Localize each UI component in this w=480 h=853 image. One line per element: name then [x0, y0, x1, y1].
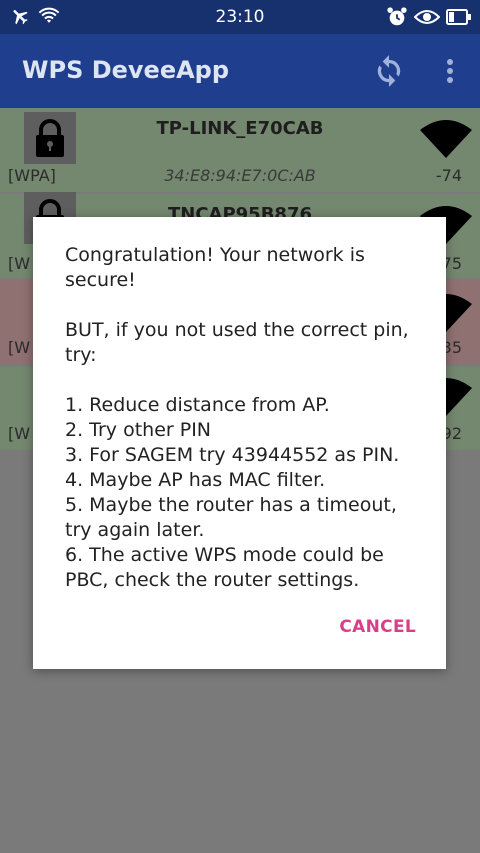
alarm-icon	[387, 7, 407, 26]
refresh-icon	[377, 55, 401, 87]
result-dialog: Congratulation! Your network is secure! …	[33, 217, 446, 669]
overflow-menu-icon	[447, 59, 453, 83]
network-row[interactable]: TP-LINK_E70CAB [WPA] 34:E8:94:E7:0C:AB -…	[0, 108, 480, 192]
network-security: [W	[8, 338, 31, 357]
screen: 23:10 WPS DeveeApp TP-LINK_E70CAB [WPA] …	[0, 0, 480, 853]
cancel-button[interactable]: CANCEL	[339, 617, 416, 637]
network-ssid: TP-LINK_E70CAB	[156, 118, 324, 139]
dialog-message: Congratulation! Your network is secure! …	[65, 244, 409, 591]
network-security: [W	[8, 424, 31, 443]
refresh-button[interactable]	[370, 52, 408, 90]
signal-strength	[418, 116, 474, 160]
battery-icon	[446, 9, 471, 25]
wifi-signal-icon	[420, 120, 472, 158]
overflow-menu-button[interactable]	[436, 52, 464, 90]
app-bar: WPS DeveeApp	[0, 34, 480, 108]
status-right-icons	[386, 6, 472, 28]
network-security: [W	[8, 254, 31, 273]
app-title: WPS DeveeApp	[22, 56, 230, 84]
network-rssi: -74	[435, 166, 462, 185]
eye-icon	[414, 10, 440, 24]
status-bar: 23:10	[0, 0, 480, 34]
network-bssid: 34:E8:94:E7:0C:AB	[164, 166, 316, 185]
